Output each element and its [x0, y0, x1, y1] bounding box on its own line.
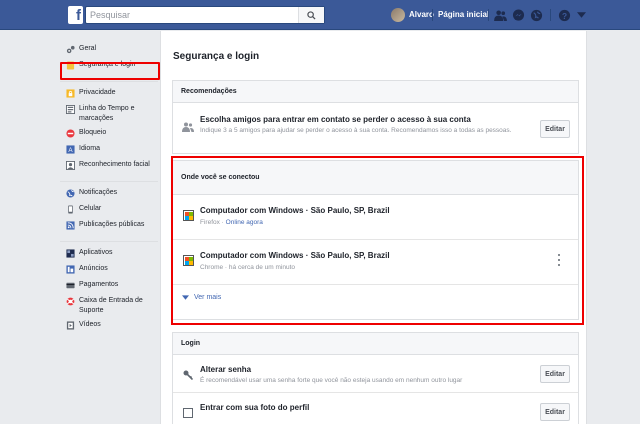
change-password-row: Alterar senha É recomendável usar uma se…: [173, 355, 578, 393]
edit-profile-photo-login-button[interactable]: Editar: [540, 403, 570, 421]
home-link[interactable]: Página inicial: [438, 10, 489, 19]
sidebar-item-language[interactable]: A Idioma: [60, 144, 160, 160]
rss-icon: [66, 221, 75, 230]
block-icon: [66, 129, 75, 138]
sidebar-item-apps[interactable]: Aplicativos: [60, 248, 160, 264]
login-section: Login Alterar senha É recomendável usar …: [172, 332, 579, 424]
search-input[interactable]: [86, 7, 296, 23]
sidebar-item-label: Bloqueio: [79, 129, 107, 136]
face-icon: [66, 161, 75, 170]
account-menu-icon[interactable]: [573, 7, 589, 23]
divider: [488, 9, 489, 21]
sidebar-item-face-recognition[interactable]: Reconhecimento facial: [60, 160, 160, 176]
sidebar-item-label: Publicações públicas: [79, 221, 145, 228]
where-logged-in-highlight: [171, 156, 584, 325]
mobile-icon: [68, 205, 73, 214]
sidebar-item-label: Linha do Tempo e marcações: [79, 105, 135, 122]
settings-sidebar: Geral Segurança e login Privacidade Linh…: [60, 44, 160, 336]
sidebar-item-blocking[interactable]: Bloqueio: [60, 128, 160, 144]
edit-password-button[interactable]: Editar: [540, 365, 570, 383]
sidebar-item-label: Geral: [79, 45, 97, 52]
sidebar-item-label: Anúncios: [79, 265, 108, 272]
language-icon: A: [66, 145, 75, 154]
ads-icon: [66, 265, 75, 274]
profile-photo-login-row: Entrar com sua foto do perfil Editar: [173, 393, 578, 424]
sidebar-item-privacy[interactable]: Privacidade: [60, 88, 160, 104]
sidebar-item-public-posts[interactable]: Publicações públicas: [60, 220, 160, 236]
sidebar-item-label: Notificações: [79, 189, 118, 196]
sidebar-item-label: Reconhecimento facial: [79, 161, 150, 168]
active-item-highlight: [60, 62, 160, 80]
key-icon: [182, 369, 194, 381]
profile-photo-icon: [182, 407, 194, 419]
friends-icon: [182, 121, 194, 133]
sidebar-item-payments[interactable]: Pagamentos: [60, 280, 160, 296]
section-header: Recomendações: [173, 81, 578, 103]
top-navigation-bar: f Alvaro Página inicial ?: [0, 0, 640, 30]
edit-trusted-contacts-button[interactable]: Editar: [540, 120, 570, 138]
notifications-icon[interactable]: [528, 7, 544, 23]
search-box: [85, 6, 325, 24]
apps-icon: [66, 249, 75, 258]
sidebar-item-label: Caixa de Entrada de Suporte: [79, 297, 143, 314]
sidebar-item-notifications[interactable]: Notificações: [60, 188, 160, 204]
divider: [60, 81, 158, 82]
card-icon: [66, 282, 75, 289]
lock-icon: [66, 89, 75, 98]
divider: [550, 9, 551, 21]
sidebar-item-general[interactable]: Geral: [60, 44, 160, 60]
page-title: Segurança e login: [173, 51, 260, 62]
sidebar-item-label: Celular: [79, 205, 102, 212]
row-title: Escolha amigos para entrar em contato se…: [200, 115, 471, 124]
profile-link[interactable]: Alvaro: [409, 10, 434, 19]
divider: [432, 9, 433, 21]
sidebar-item-label: Privacidade: [79, 89, 116, 96]
avatar[interactable]: [391, 8, 405, 22]
row-description: É recomendável usar uma senha forte que …: [200, 377, 463, 384]
video-icon: [66, 321, 75, 330]
svg-text:?: ?: [561, 10, 566, 20]
friend-requests-icon[interactable]: [492, 7, 508, 23]
recommendations-section: Recomendações Escolha amigos para entrar…: [172, 80, 579, 154]
divider: [60, 181, 158, 182]
globe-icon: [66, 189, 75, 198]
section-header: Login: [173, 333, 578, 355]
search-button[interactable]: [298, 7, 324, 23]
divider: [60, 241, 158, 242]
row-description: Indique 3 a 5 amigos para ajudar se perd…: [200, 127, 512, 134]
sidebar-item-label: Aplicativos: [79, 249, 113, 256]
facebook-logo[interactable]: f: [68, 6, 83, 24]
row-title: Entrar com sua foto do perfil: [200, 403, 310, 412]
gear-icon: [66, 45, 75, 54]
sidebar-item-label: Idioma: [79, 145, 101, 152]
sidebar-item-label: Pagamentos: [79, 281, 119, 288]
sidebar-item-mobile[interactable]: Celular: [60, 204, 160, 220]
sidebar-item-ads[interactable]: Anúncios: [60, 264, 160, 280]
timeline-icon: [66, 105, 75, 114]
sidebar-item-videos[interactable]: Vídeos: [60, 320, 160, 336]
search-icon: [307, 10, 316, 20]
sidebar-item-label: Vídeos: [79, 321, 101, 328]
messages-icon[interactable]: [510, 7, 526, 23]
lifebuoy-icon: [66, 297, 75, 306]
help-icon[interactable]: ?: [556, 7, 572, 23]
sidebar-item-timeline[interactable]: Linha do Tempo e marcações: [60, 104, 160, 128]
sidebar-item-support-inbox[interactable]: Caixa de Entrada de Suporte: [60, 296, 160, 320]
row-title: Alterar senha: [200, 365, 252, 374]
trusted-contacts-row: Escolha amigos para entrar em contato se…: [173, 103, 578, 153]
